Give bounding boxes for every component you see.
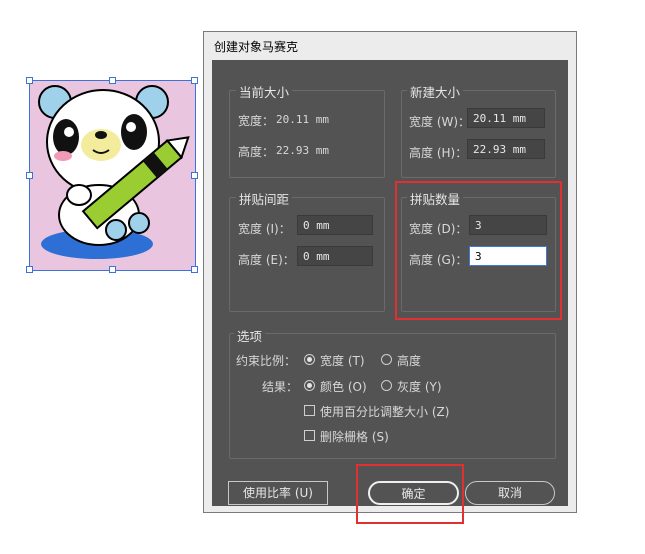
new-height-field[interactable]: 22.93 mm bbox=[467, 139, 545, 159]
current-width-value: 20.11 mm bbox=[276, 113, 329, 126]
constrain-height-label: 高度 bbox=[397, 354, 422, 368]
resize-handle[interactable] bbox=[191, 77, 198, 84]
result-gray-radio[interactable] bbox=[381, 380, 392, 391]
new-height-label: 高度 (H)： bbox=[409, 146, 468, 160]
current-width-label: 宽度： bbox=[238, 114, 275, 128]
dialog-title: 创建对象马赛克 bbox=[214, 40, 299, 54]
options-legend: 选项 bbox=[234, 326, 266, 345]
resize-handle[interactable] bbox=[109, 77, 116, 84]
new-size-group bbox=[401, 90, 556, 178]
spacing-height-label: 高度 (E)： bbox=[238, 253, 295, 267]
resize-percent-checkbox[interactable] bbox=[304, 405, 315, 416]
new-width-field[interactable]: 20.11 mm bbox=[467, 108, 545, 128]
spacing-width-field[interactable]: 0 mm bbox=[297, 215, 373, 235]
highlight-box-tile-count bbox=[395, 181, 562, 320]
spacing-height-field[interactable]: 0 mm bbox=[297, 246, 373, 266]
use-ratio-button[interactable]: 使用比率 (U) bbox=[228, 481, 328, 505]
resize-handle[interactable] bbox=[191, 172, 198, 179]
resize-handle[interactable] bbox=[26, 266, 33, 273]
constrain-height-radio[interactable] bbox=[381, 354, 392, 365]
spacing-width-label: 宽度 (I)： bbox=[238, 222, 291, 236]
constrain-label: 约束比例： bbox=[236, 354, 297, 368]
new-width-label: 宽度 (W)： bbox=[409, 115, 471, 129]
constrain-width-radio[interactable] bbox=[304, 354, 315, 365]
delete-raster-checkbox[interactable] bbox=[304, 430, 315, 441]
highlight-box-ok bbox=[356, 464, 464, 524]
resize-handle[interactable] bbox=[26, 77, 33, 84]
result-color-label: 颜色 (O) bbox=[320, 380, 367, 394]
resize-handle[interactable] bbox=[109, 266, 116, 273]
cancel-button[interactable]: 取消 bbox=[465, 481, 555, 505]
mosaic-dialog: 创建对象马赛克 当前大小 宽度： 20.11 mm 高度： 22.93 mm 新… bbox=[203, 31, 577, 524]
result-label: 结果： bbox=[262, 380, 299, 394]
current-size-legend: 当前大小 bbox=[236, 82, 293, 101]
resize-percent-label: 使用百分比调整大小 (Z) bbox=[320, 405, 450, 419]
current-size-group bbox=[229, 90, 385, 178]
selection-bounding-box[interactable] bbox=[26, 77, 198, 273]
current-height-label: 高度： bbox=[238, 145, 275, 159]
delete-raster-label: 删除栅格 (S) bbox=[320, 430, 389, 444]
result-gray-label: 灰度 (Y) bbox=[397, 380, 442, 394]
current-height-value: 22.93 mm bbox=[276, 144, 329, 157]
constrain-width-label: 宽度 (T) bbox=[320, 354, 365, 368]
tile-spacing-legend: 拼贴间距 bbox=[236, 189, 293, 208]
resize-handle[interactable] bbox=[191, 266, 198, 273]
resize-handle[interactable] bbox=[26, 172, 33, 179]
result-color-radio[interactable] bbox=[304, 380, 315, 391]
dialog-body: 当前大小 宽度： 20.11 mm 高度： 22.93 mm 新建大小 宽度 (… bbox=[212, 60, 568, 524]
new-size-legend: 新建大小 bbox=[407, 82, 464, 101]
